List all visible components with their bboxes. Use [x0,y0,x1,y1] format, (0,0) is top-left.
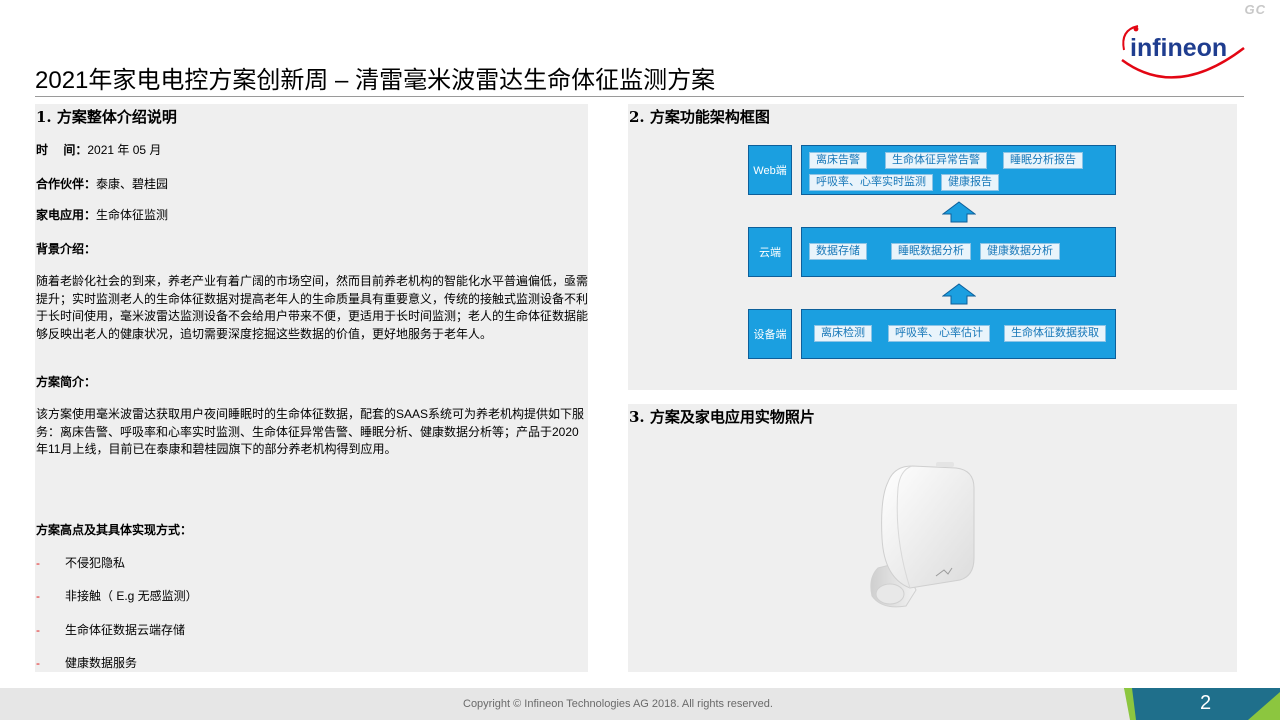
highlight-item: - 不侵犯隐私 [36,556,126,570]
partner-label: 合作伙伴： [36,177,97,191]
slide-title: 2021年家电电控方案创新周 – 清雷毫米波雷达生命体征监测方案 [35,67,716,94]
feature-chip: 睡眠数据分析 [891,243,971,260]
appliance-value: 生命体征监测 [96,208,169,222]
photo-heading: 3. 方案及家电应用实物照片 [629,408,815,426]
infineon-logo: infineon [1121,25,1245,79]
highlight-item: - 生命体征数据云端存储 [36,623,186,637]
intro-text: 该方案使用毫米波雷达获取用户夜间睡眠时的生命体征数据，配套的SAAS系统可为养老… [36,407,585,456]
intro-heading: 1. 方案整体介绍说明 [36,108,177,126]
feature-chip: 数据存储 [809,243,867,260]
up-arrow-icon [942,201,976,223]
up-arrow-icon [942,283,976,305]
feature-chip: 生命体征数据获取 [1004,325,1106,342]
radar-device-photo [870,462,975,608]
corner-tag: GC [1244,2,1266,17]
highlights-label: 方案高点及其具体实现方式： [36,523,193,537]
feature-chip: 健康数据分析 [980,243,1060,260]
architecture-heading: 2. 方案功能架构框图 [629,108,770,126]
feature-chip: 睡眠分析报告 [1003,152,1083,169]
highlight-text: 非接触（ E.g 无感监测） [65,589,198,603]
intro-label: 方案简介： [36,375,97,389]
tier-label-cloud: 云端 [748,227,792,277]
feature-chip: 呼吸率、心率估计 [888,325,990,342]
partner-row: 合作伙伴：泰康、碧桂园 [36,175,168,193]
highlight-text: 健康数据服务 [65,656,138,670]
highlight-item: - 健康数据服务 [36,656,138,670]
partner-value: 泰康、碧桂园 [96,177,169,191]
title-divider [35,96,1244,97]
tier-label-device: 设备端 [748,309,792,359]
feature-chip: 离床检测 [814,325,872,342]
page-number: 2 [1200,692,1212,714]
time-label: 时 间： [36,143,88,157]
feature-chip: 生命体征异常告警 [885,152,987,169]
background-text: 随着老龄化社会的到来，养老产业有着广阔的市场空间，然而目前养老机构的智能化水平普… [36,274,589,341]
feature-chip: 呼吸率、心率实时监测 [809,174,933,191]
tier-label-web: Web端 [748,145,792,195]
highlight-item: - 非接触（ E.g 无感监测） [36,589,198,603]
time-row: 时 间：2021 年 05 月 [36,141,161,159]
feature-chip: 健康报告 [941,174,999,191]
appliance-row: 家电应用：生命体征监测 [36,206,168,224]
feature-chip: 离床告警 [809,152,867,169]
time-value: 2021 年 05 月 [87,143,162,157]
highlight-text: 不侵犯隐私 [65,556,126,570]
copyright-text: Copyright © Infineon Technologies AG 201… [463,698,773,710]
svg-text:infineon: infineon [1130,34,1227,62]
background-label: 背景介绍： [36,242,97,256]
appliance-label: 家电应用： [36,208,97,222]
highlight-text: 生命体征数据云端存储 [65,623,186,637]
